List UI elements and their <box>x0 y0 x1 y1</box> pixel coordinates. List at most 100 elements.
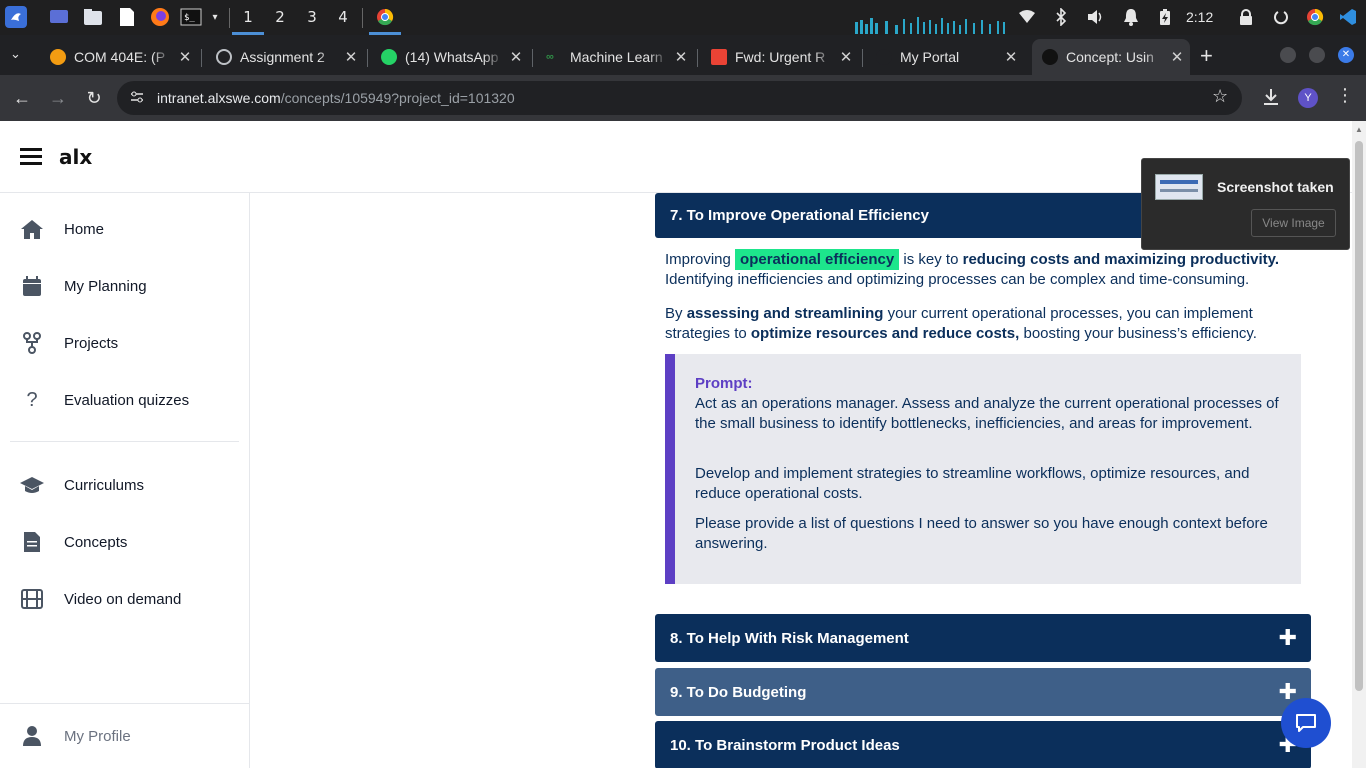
power-icon[interactable] <box>1271 7 1291 27</box>
section-title: 9. To Do Budgeting <box>670 683 807 701</box>
vscode-icon[interactable] <box>1338 7 1358 27</box>
graduation-cap-icon <box>0 475 64 495</box>
close-icon[interactable]: ✕ <box>668 48 694 66</box>
maximize-button[interactable] <box>1309 47 1325 63</box>
bold-text: optimize resources and reduce costs, <box>750 325 1020 342</box>
paragraph-intro: Improving operational efficiency is key … <box>665 249 1305 290</box>
volume-icon[interactable] <box>1086 7 1106 27</box>
wifi-icon[interactable] <box>1017 7 1037 27</box>
bluetooth-icon[interactable] <box>1051 7 1071 27</box>
whatsapp-icon <box>381 49 397 65</box>
workspace-4[interactable]: 4 <box>327 0 359 35</box>
sidebar-item-concepts[interactable]: Concepts <box>0 517 249 567</box>
sidebar-item-label: My Planning <box>64 277 147 295</box>
tab-machine-learning[interactable]: ∞ Machine Learn ✕ <box>536 39 694 75</box>
document-icon[interactable] <box>116 6 138 28</box>
svg-text:$_: $_ <box>184 13 195 23</box>
close-icon[interactable]: ✕ <box>833 48 859 66</box>
tab-search-icon[interactable]: ⌄ <box>10 46 21 62</box>
terminal-icon[interactable]: $_ <box>180 6 202 28</box>
sidebar-item-home[interactable]: Home <box>0 204 249 254</box>
bell-icon[interactable] <box>1121 7 1141 27</box>
view-image-button[interactable]: View Image <box>1251 209 1336 237</box>
close-icon[interactable]: ✕ <box>172 48 198 66</box>
calendar-icon <box>0 275 64 297</box>
lock-icon[interactable] <box>1236 7 1256 27</box>
chrome-taskbar-button[interactable] <box>369 0 401 35</box>
alx-logo[interactable]: alx <box>59 145 92 169</box>
chat-support-button[interactable] <box>1281 698 1331 748</box>
prompt-box: Prompt: Act as an operations manager. As… <box>665 354 1301 584</box>
bookmark-star-icon[interactable]: ☆ <box>1212 86 1228 107</box>
workspace-3[interactable]: 3 <box>296 0 328 35</box>
tab-assignment[interactable]: Assignment 2 ✕ <box>206 39 364 75</box>
workspace-2[interactable]: 2 <box>264 0 296 35</box>
gmail-icon <box>711 49 727 65</box>
profile-avatar[interactable]: Y <box>1298 88 1318 108</box>
chevron-down-icon[interactable]: ▾ <box>204 6 226 28</box>
menu-kebab-icon[interactable]: ⋮ <box>1336 85 1354 106</box>
section-title: 7. To Improve Operational Efficiency <box>670 207 929 224</box>
sidebar-item-my-profile[interactable]: My Profile <box>0 711 249 761</box>
sidebar-item-evaluation-quizzes[interactable]: ? Evaluation quizzes <box>0 375 249 425</box>
close-icon[interactable]: ✕ <box>1164 48 1190 66</box>
download-icon[interactable] <box>1262 87 1280 112</box>
sidebar-item-label: Projects <box>64 334 119 352</box>
sidebar: Home My Planning Projects ? Evaluation q… <box>0 193 250 768</box>
workspace-1[interactable]: 1 <box>232 0 264 35</box>
text-run: Improving <box>665 251 736 268</box>
close-icon[interactable]: ✕ <box>503 48 529 66</box>
tab-whatsapp[interactable]: (14) WhatsApp ✕ <box>371 39 529 75</box>
minimize-button[interactable] <box>1280 47 1296 63</box>
scrollbar-thumb[interactable] <box>1355 141 1363 691</box>
accordion-header-section-10[interactable]: 10. To Brainstorm Product Ideas ✚ <box>655 721 1311 768</box>
close-icon[interactable]: ✕ <box>998 48 1024 66</box>
tab-my-portal[interactable]: My Portal ✕ <box>866 39 1024 75</box>
taskbar-divider <box>229 8 230 28</box>
notification-title: Screenshot taken <box>1217 179 1334 195</box>
sidebar-item-curriculums[interactable]: Curriculums <box>0 460 249 510</box>
globe-icon <box>216 49 232 65</box>
close-window-button[interactable]: ✕ <box>1338 47 1354 63</box>
accordion-header-section-9[interactable]: 9. To Do Budgeting ✚ <box>655 668 1311 716</box>
tab-title: My Portal <box>900 49 960 65</box>
tab-com404e[interactable]: COM 404E: (P ✕ <box>40 39 198 75</box>
reload-icon[interactable]: ↻ <box>80 84 108 112</box>
home-icon <box>0 218 64 240</box>
sidebar-item-label: Curriculums <box>64 476 145 494</box>
close-icon[interactable]: ✕ <box>338 48 364 66</box>
sidebar-item-video-on-demand[interactable]: Video on demand <box>0 574 249 624</box>
taskbar-divider <box>362 8 363 28</box>
hamburger-menu-icon[interactable] <box>20 148 42 171</box>
battery-icon[interactable] <box>1155 7 1175 27</box>
film-icon <box>0 589 64 609</box>
sidebar-item-my-planning[interactable]: My Planning <box>0 261 249 311</box>
page-scrollbar[interactable]: ▲ <box>1352 121 1366 768</box>
plus-icon[interactable]: ✚ <box>1279 625 1297 651</box>
sidebar-profile-divider <box>0 703 249 704</box>
firefox-icon[interactable] <box>149 6 171 28</box>
new-tab-button[interactable]: + <box>1200 43 1213 69</box>
accordion-header-section-8[interactable]: 8. To Help With Risk Management ✚ <box>655 614 1311 662</box>
tab-separator <box>367 49 368 67</box>
bold-text: assessing and streamlining <box>686 305 884 322</box>
forward-icon[interactable]: → <box>44 84 72 112</box>
sidebar-item-projects[interactable]: Projects <box>0 318 249 368</box>
chrome-icon[interactable] <box>1305 7 1325 27</box>
prompt-text-3: Please provide a list of questions I nee… <box>695 515 1268 552</box>
clock[interactable]: 2:12 <box>1186 9 1213 25</box>
url-text[interactable]: intranet.alxswe.com/concepts/105949?proj… <box>157 90 515 106</box>
files-icon[interactable] <box>82 6 104 28</box>
address-bar[interactable]: intranet.alxswe.com/concepts/105949?proj… <box>117 81 1242 115</box>
highlight-term: operational efficiency <box>735 249 900 270</box>
site-info-icon[interactable] <box>129 89 145 110</box>
app-menu-icon[interactable] <box>5 6 27 28</box>
back-icon[interactable]: ← <box>8 84 36 112</box>
scroll-up-arrow[interactable]: ▲ <box>1355 125 1363 134</box>
alx-favicon-icon <box>1042 49 1058 65</box>
tab-concept-active[interactable]: Concept: Usin ✕ <box>1032 39 1190 75</box>
text-run: By <box>665 305 687 322</box>
screenshot-notification[interactable]: Screenshot taken View Image <box>1141 158 1350 250</box>
tab-gmail[interactable]: Fwd: Urgent R ✕ <box>701 39 859 75</box>
desktop-icon[interactable] <box>48 6 70 28</box>
